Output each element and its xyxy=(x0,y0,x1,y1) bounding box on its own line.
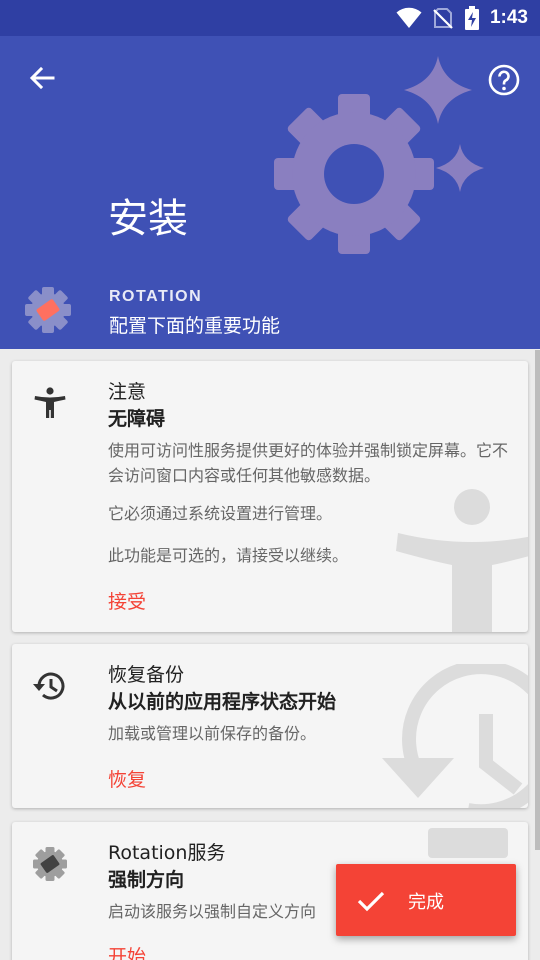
accessibility-card: 注意 无障碍 使用可访问性服务提供更好的体验并强制锁定屏幕。它不会访问窗口内容或… xyxy=(12,361,528,632)
restore-backup-card: 恢复备份 从以前的应用程序状态开始 加载或管理以前保存的备份。 恢复 xyxy=(12,644,528,808)
status-icons: 1:43 xyxy=(396,0,528,36)
status-bar: 1:43 xyxy=(0,0,540,36)
scrollbar[interactable] xyxy=(535,350,540,850)
card-subtitle: 无障碍 xyxy=(108,408,166,430)
battery-charging-icon xyxy=(464,6,479,30)
app-name: ROTATION xyxy=(109,288,203,305)
setup-header: 安装 ROTATION 配置下面的重要功能 xyxy=(0,36,540,349)
no-sim-icon xyxy=(433,8,453,29)
card-title: Rotation服务 xyxy=(108,842,226,864)
check-icon xyxy=(357,891,385,912)
history-icon xyxy=(33,672,65,700)
page-title: 安装 xyxy=(108,196,188,242)
card-title: 注意 xyxy=(108,381,147,403)
card-title: 恢复备份 xyxy=(108,664,185,686)
card-description: 使用可访问性服务提供更好的体验并强制锁定屏幕。它不会访问窗口内容或任何其他敏感数… xyxy=(108,441,509,485)
rotation-app-icon xyxy=(25,287,71,333)
card-description: 加载或管理以前保存的备份。 xyxy=(108,724,317,743)
card-subtitle: 强制方向 xyxy=(108,869,185,891)
wifi-icon xyxy=(396,7,422,29)
settings-gear-illustration xyxy=(274,56,484,254)
rotation-service-icon xyxy=(33,847,67,881)
card-description-manage: 它必须通过系统设置进行管理。 xyxy=(108,504,333,523)
card-subtitle: 从以前的应用程序状态开始 xyxy=(108,691,337,713)
start-button[interactable]: 开始 xyxy=(108,942,146,960)
app-subtitle: 配置下面的重要功能 xyxy=(109,315,281,337)
card-description-optional: 此功能是可选的，请接受以继续。 xyxy=(108,546,349,565)
done-button[interactable]: 完成 xyxy=(336,864,516,936)
status-time: 1:43 xyxy=(489,7,528,28)
restore-button[interactable]: 恢复 xyxy=(108,765,146,792)
back-button[interactable] xyxy=(22,58,62,98)
accessibility-icon xyxy=(34,387,66,418)
arrow-left-icon xyxy=(29,66,55,90)
accept-button[interactable]: 接受 xyxy=(108,587,146,614)
done-label: 完成 xyxy=(408,892,444,913)
